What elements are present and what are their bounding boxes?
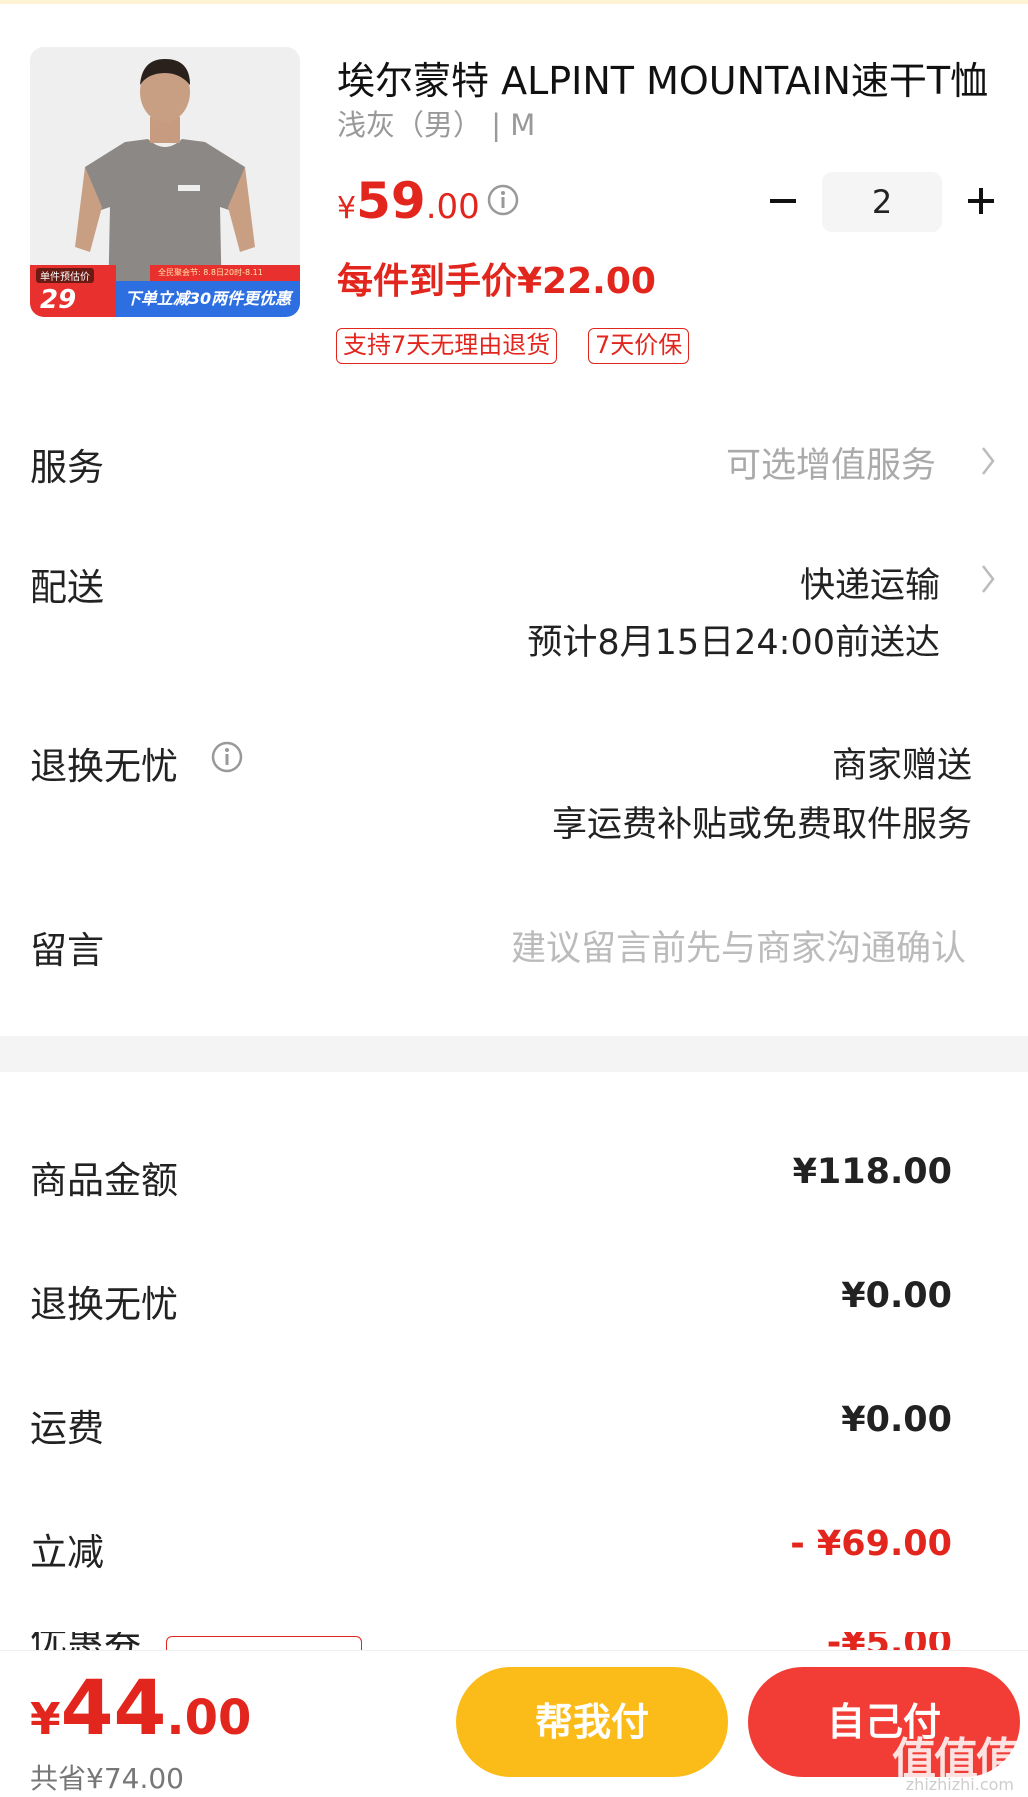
thumbnail-promo-top: 全民聚会节: 8.8日20时-8.11 bbox=[150, 265, 300, 281]
coupon-label: 优惠券 bbox=[30, 1632, 141, 1650]
summary-value: ¥0.00 bbox=[841, 1276, 952, 1316]
tag-price-protect: 7天价保 bbox=[588, 328, 690, 364]
checkout-bar: ¥44.00 共省¥74.00 帮我付 自己付 值值值 zhizhizhi.co… bbox=[0, 1650, 1028, 1797]
product-thumbnail[interactable]: 全民聚会节: 8.8日20时-8.11 单件预估价 29 下单立减30两件更优惠 bbox=[30, 47, 300, 317]
total-price: ¥44.00 bbox=[30, 1663, 251, 1752]
returns-sub: 享运费补贴或免费取件服务 bbox=[551, 805, 972, 845]
help-pay-button[interactable]: 帮我付 bbox=[456, 1667, 728, 1777]
total-currency: ¥ bbox=[30, 1694, 61, 1745]
product-price: ¥59.00 bbox=[337, 172, 480, 230]
coupon-tag bbox=[166, 1636, 362, 1650]
summary-label: 商品金额 bbox=[30, 1159, 178, 1202]
watermark: 值值值 zhizhizhi.com bbox=[868, 1723, 1020, 1794]
summary-label: 退换无忧 bbox=[30, 1283, 178, 1326]
price-currency: ¥ bbox=[337, 191, 357, 226]
watermark-url: zhizhizhi.com bbox=[905, 1775, 1014, 1794]
total-saved: 共省¥74.00 bbox=[30, 1762, 184, 1795]
price-integer: 59 bbox=[356, 172, 426, 230]
message-input[interactable]: 建议留言前先与商家沟通确认 bbox=[511, 920, 966, 971]
service-label: 服务 bbox=[30, 446, 104, 489]
thumbnail-price-badge: 单件预估价 29 bbox=[30, 265, 116, 317]
quantity-increase-button[interactable] bbox=[960, 180, 1002, 222]
minus-icon bbox=[770, 199, 796, 203]
summary-label: 立减 bbox=[30, 1531, 104, 1574]
returns-label: 退换无忧 bbox=[30, 745, 178, 788]
coupon-row[interactable]: 优惠券 -¥5.00 bbox=[0, 1632, 1028, 1650]
thumbnail-badge-price: 29 bbox=[40, 285, 77, 315]
quantity-input[interactable]: 2 bbox=[822, 172, 942, 232]
returns-info-icon[interactable] bbox=[210, 740, 244, 774]
delivery-value: 快递运输 bbox=[799, 566, 940, 606]
total-decimal: .00 bbox=[166, 1690, 252, 1746]
delivery-estimate: 预计8月15日24:00前送达 bbox=[527, 623, 940, 663]
message-label: 留言 bbox=[30, 929, 104, 972]
chevron-right-icon bbox=[982, 447, 995, 475]
thumbnail-promo-banner: 下单立减30两件更优惠 bbox=[116, 281, 300, 317]
quantity-decrease-button[interactable] bbox=[762, 180, 804, 222]
summary-value: - ¥69.00 bbox=[790, 1524, 952, 1564]
returns-value: 商家赠送 bbox=[831, 746, 972, 786]
delivery-label: 配送 bbox=[30, 566, 104, 609]
total-integer: 44 bbox=[60, 1663, 167, 1752]
summary-label: 运费 bbox=[30, 1407, 104, 1450]
coupon-value: -¥5.00 bbox=[827, 1632, 952, 1650]
product-spec[interactable]: 浅灰（男） | M bbox=[337, 102, 535, 144]
service-value: 可选增值服务 bbox=[725, 446, 936, 486]
section-divider bbox=[0, 1036, 1028, 1072]
unit-price: 每件到手价¥22.00 bbox=[337, 261, 656, 302]
product-card: 全民聚会节: 8.8日20时-8.11 单件预估价 29 下单立减30两件更优惠… bbox=[0, 0, 1028, 380]
chevron-right-icon bbox=[982, 565, 995, 593]
tag-7day-return: 支持7天无理由退货 bbox=[336, 328, 558, 364]
price-decimal: .00 bbox=[425, 187, 480, 227]
price-info-icon[interactable] bbox=[486, 183, 520, 217]
product-title[interactable]: 埃尔蒙特 ALPINT MOUNTAIN速干T恤 bbox=[337, 50, 997, 105]
summary-value: ¥0.00 bbox=[841, 1400, 952, 1440]
summary-value: ¥118.00 bbox=[792, 1152, 952, 1192]
thumbnail-badge-label: 单件预估价 bbox=[36, 268, 94, 283]
plus-icon bbox=[968, 188, 994, 214]
